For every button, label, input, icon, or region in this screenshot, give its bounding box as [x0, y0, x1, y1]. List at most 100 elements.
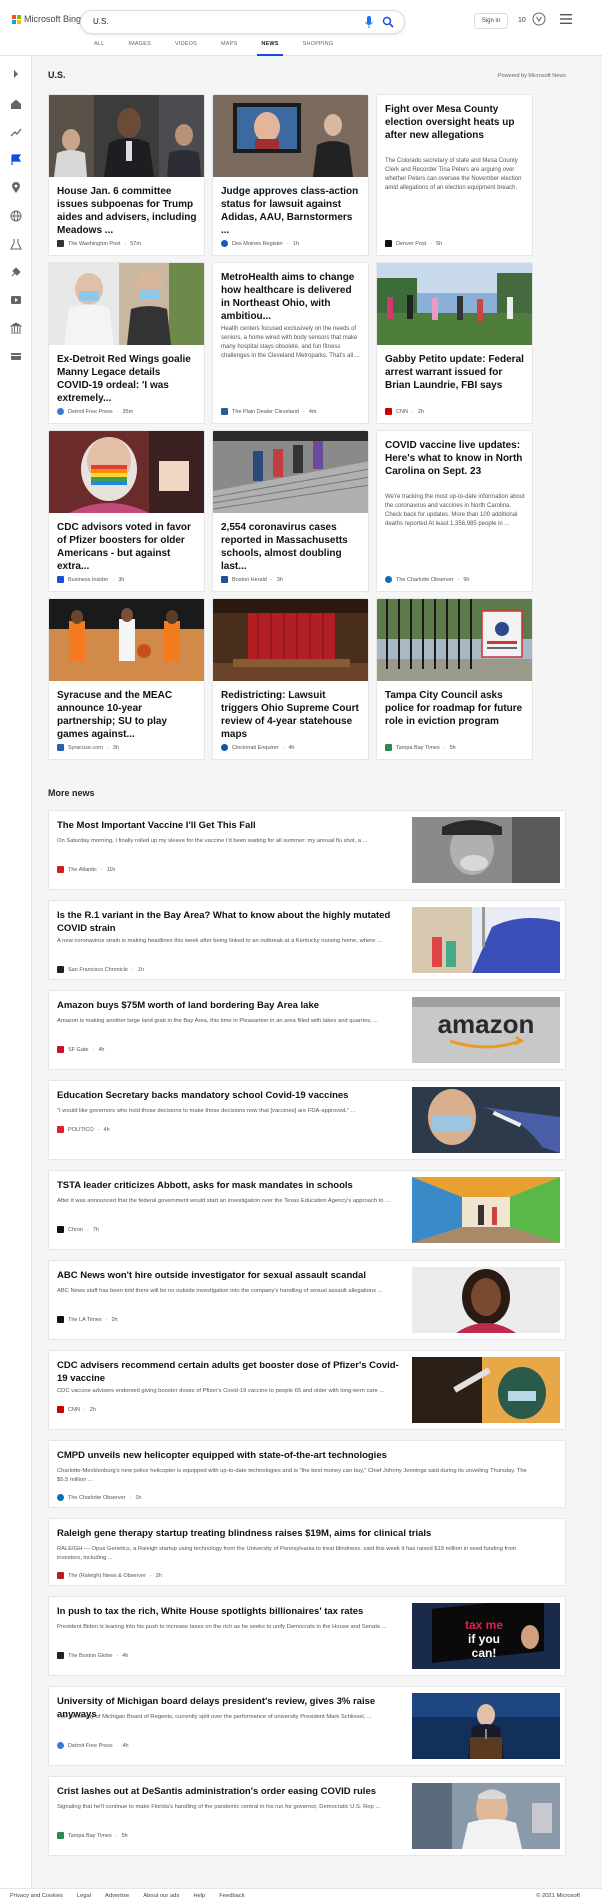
card-title[interactable]: MetroHealth aims to change how healthcar… [221, 271, 362, 323]
technology-icon[interactable] [10, 266, 22, 278]
card-source[interactable]: Business Insider · 3h [57, 576, 124, 583]
card-source[interactable]: Des Moines Register · 1h [221, 240, 299, 247]
news-title[interactable]: In push to tax the rich, White House spo… [57, 1605, 405, 1618]
news-card[interactable]: Tampa City Council asks police for roadm… [376, 598, 533, 760]
news-title[interactable]: The Most Important Vaccine I'll Get This… [57, 819, 405, 832]
search-box[interactable]: U.S. [80, 10, 405, 34]
expand-icon[interactable] [10, 68, 22, 80]
news-title[interactable]: CDC advisers recommend certain adults ge… [57, 1359, 405, 1385]
search-icon[interactable] [382, 16, 394, 28]
news-source[interactable]: The Boston Globe · 4h [57, 1652, 128, 1659]
more-news-item[interactable]: The Most Important Vaccine I'll Get This… [48, 810, 566, 890]
news-source[interactable]: Tampa Bay Times · 5h [57, 1832, 128, 1839]
card-title[interactable]: Judge approves class-action status for l… [221, 185, 362, 237]
card-source[interactable]: CNN · 2h [385, 408, 424, 415]
news-title[interactable]: Raleigh gene therapy startup treating bl… [57, 1527, 557, 1540]
bing-logo[interactable]: Microsoft Bing [12, 14, 81, 24]
more-news-item[interactable]: TSTA leader criticizes Abbott, asks for … [48, 1170, 566, 1250]
card-title[interactable]: Ex-Detroit Red Wings goalie Manny Legace… [57, 353, 198, 405]
trending-icon[interactable] [10, 126, 22, 138]
card-source[interactable]: Syracuse.com · 3h [57, 744, 119, 751]
footer-link-about-ads[interactable]: About our ads [143, 1893, 179, 1899]
news-title[interactable]: TSTA leader criticizes Abbott, asks for … [57, 1179, 405, 1192]
more-news-item[interactable]: CDC advisers recommend certain adults ge… [48, 1350, 566, 1430]
footer-link-help[interactable]: Help [193, 1893, 205, 1899]
tab-all[interactable]: ALL [82, 40, 116, 56]
news-source[interactable]: San Francisco Chronicle · 1h [57, 966, 144, 973]
business-icon[interactable] [10, 350, 22, 362]
card-title[interactable]: 2,554 coronavirus cases reported in Mass… [221, 521, 362, 573]
tab-shopping[interactable]: SHOPPING [291, 40, 346, 56]
news-source[interactable]: SF Gate · 4h [57, 1046, 104, 1053]
card-title[interactable]: Redistricting: Lawsuit triggers Ohio Sup… [221, 689, 362, 741]
news-title[interactable]: ABC News won't hire outside investigator… [57, 1269, 405, 1282]
science-icon[interactable] [10, 238, 22, 250]
card-source[interactable]: Detroit Free Press · 35m [57, 408, 133, 415]
more-news-item[interactable]: Crist lashes out at DeSantis administrat… [48, 1776, 566, 1856]
news-source[interactable]: The LA Times · 2h [57, 1316, 118, 1323]
news-card[interactable]: COVID vaccine live updates: Here's what … [376, 430, 533, 592]
news-card[interactable]: Gabby Petito update: Federal arrest warr… [376, 262, 533, 424]
more-news-item[interactable]: CMPD unveils new helicopter equipped wit… [48, 1440, 566, 1508]
news-card[interactable]: Ex-Detroit Red Wings goalie Manny Legace… [48, 262, 205, 424]
us-flag-icon[interactable] [10, 154, 22, 166]
card-title[interactable]: CDC advisors voted in favor of Pfizer bo… [57, 521, 198, 573]
news-source[interactable]: Chron · 7h [57, 1226, 99, 1233]
rewards-medal-icon[interactable] [532, 12, 546, 26]
news-card[interactable]: House Jan. 6 committee issues subpoenas … [48, 94, 205, 256]
card-source[interactable]: Denver Post · 5h [385, 240, 442, 247]
card-source[interactable]: Cincinnati Enquirer · 4h [221, 744, 294, 751]
footer-link-advertise[interactable]: Advertise [105, 1893, 129, 1899]
news-source[interactable]: CNN · 2h [57, 1406, 96, 1413]
news-title[interactable]: CMPD unveils new helicopter equipped wit… [57, 1449, 557, 1462]
card-title[interactable]: Gabby Petito update: Federal arrest warr… [385, 353, 526, 392]
more-news-item[interactable]: In push to tax the rich, White House spo… [48, 1596, 566, 1676]
more-news-item[interactable]: Amazon buys $75M worth of land bordering… [48, 990, 566, 1070]
powered-by-label[interactable]: Powered by Microsoft News [420, 73, 566, 79]
politics-icon[interactable] [10, 322, 22, 334]
news-source[interactable]: POLITICO · 4h [57, 1126, 110, 1133]
news-card[interactable]: Syracuse and the MEAC announce 10-year p… [48, 598, 205, 760]
news-card[interactable]: MetroHealth aims to change how healthcar… [212, 262, 369, 424]
card-title[interactable]: Syracuse and the MEAC announce 10-year p… [57, 689, 198, 741]
more-news-item[interactable]: Is the R.1 variant in the Bay Area? What… [48, 900, 566, 980]
footer-link-legal[interactable]: Legal [77, 1893, 91, 1899]
card-title[interactable]: COVID vaccine live updates: Here's what … [385, 439, 526, 478]
world-icon[interactable] [10, 210, 22, 222]
more-news-item[interactable]: Education Secretary backs mandatory scho… [48, 1080, 566, 1160]
more-news-item[interactable]: University of Michigan board delays pres… [48, 1686, 566, 1766]
news-title[interactable]: Crist lashes out at DeSantis administrat… [57, 1785, 405, 1798]
news-title[interactable]: Is the R.1 variant in the Bay Area? What… [57, 909, 405, 935]
tab-images[interactable]: IMAGES [116, 40, 163, 56]
news-source[interactable]: The Atlantic · 11h [57, 866, 115, 873]
news-card[interactable]: Fight over Mesa County election oversigh… [376, 94, 533, 256]
news-card[interactable]: Redistricting: Lawsuit triggers Ohio Sup… [212, 598, 369, 760]
news-source[interactable]: The (Raleigh) News & Observer · 2h [57, 1572, 162, 1579]
news-title[interactable]: Education Secretary backs mandatory scho… [57, 1089, 405, 1102]
more-news-item[interactable]: ABC News won't hire outside investigator… [48, 1260, 566, 1340]
news-card[interactable]: 2,554 coronavirus cases reported in Mass… [212, 430, 369, 592]
news-title[interactable]: Amazon buys $75M worth of land bordering… [57, 999, 405, 1012]
card-title[interactable]: House Jan. 6 committee issues subpoenas … [57, 185, 198, 237]
tab-videos[interactable]: VIDEOS [163, 40, 209, 56]
home-icon[interactable] [10, 98, 22, 110]
hamburger-menu-icon[interactable] [560, 14, 572, 24]
card-title[interactable]: Tampa City Council asks police for roadm… [385, 689, 526, 728]
rewards-count[interactable]: 10 [518, 17, 526, 24]
card-source[interactable]: Boston Herald · 3h [221, 576, 283, 583]
news-card[interactable]: Judge approves class-action status for l… [212, 94, 369, 256]
search-input[interactable]: U.S. [93, 17, 109, 26]
sign-in-button[interactable]: Sign in [474, 13, 508, 29]
card-source[interactable]: Tampa Bay Times · 5h [385, 744, 456, 751]
tab-maps[interactable]: MAPS [209, 40, 249, 56]
news-source[interactable]: The Charlotte Observer · 1h [57, 1494, 141, 1501]
news-source[interactable]: Detroit Free Press · 4h [57, 1742, 129, 1749]
news-card[interactable]: CDC advisors voted in favor of Pfizer bo… [48, 430, 205, 592]
footer-link-privacy[interactable]: Privacy and Cookies [10, 1893, 63, 1899]
location-icon[interactable] [10, 182, 22, 194]
entertainment-icon[interactable] [10, 294, 22, 306]
microphone-icon[interactable] [364, 16, 374, 29]
card-source[interactable]: The Plain Dealer Cleveland · 4m [221, 408, 316, 415]
footer-link-feedback[interactable]: Feedback [219, 1893, 244, 1899]
card-source[interactable]: The Washington Post · 57m [57, 240, 141, 247]
